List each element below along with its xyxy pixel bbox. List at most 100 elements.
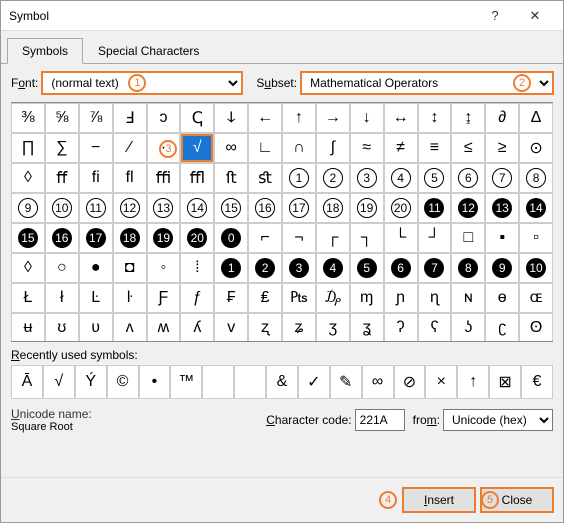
symbol-cell[interactable]: 20 <box>384 193 418 223</box>
symbol-cell[interactable]: √3 <box>180 133 214 163</box>
recent-symbol-cell[interactable]: ↑ <box>457 365 489 399</box>
symbol-cell[interactable]: ﬃ <box>147 163 181 193</box>
symbol-cell[interactable]: ʍ <box>147 313 181 342</box>
symbol-cell[interactable]: 5 <box>418 163 452 193</box>
symbol-cell[interactable]: ↄ <box>147 103 181 133</box>
symbol-cell[interactable]: ﬄ <box>180 163 214 193</box>
symbol-cell[interactable]: ﬂ <box>113 163 147 193</box>
symbol-cell[interactable]: ⁞ <box>180 253 214 283</box>
symbol-cell[interactable]: ↕ <box>418 103 452 133</box>
symbol-cell[interactable]: ↨ <box>451 103 485 133</box>
symbol-cell[interactable]: ﬆ <box>248 163 282 193</box>
symbol-cell[interactable]: ∟ <box>248 133 282 163</box>
help-button[interactable]: ? <box>475 8 515 23</box>
symbol-cell[interactable]: □ <box>451 223 485 253</box>
symbol-cell[interactable]: Ƒ <box>147 283 181 313</box>
symbol-cell[interactable]: ∫ <box>316 133 350 163</box>
symbol-cell[interactable]: ﬅ <box>214 163 248 193</box>
symbol-cell[interactable]: 19 <box>350 193 384 223</box>
symbol-cell[interactable]: 13 <box>147 193 181 223</box>
symbol-grid-scroll[interactable]: ⅜⅝⅞Ⅎↄↅↆ←↑→↓↔↕↨∂∆∏∑−∕∙√3∞∟∩∫≈≠≡≤≥⊙◊ﬀﬁﬂﬃﬄﬅ… <box>11 102 553 342</box>
recent-symbol-cell[interactable]: • <box>139 365 171 399</box>
recent-symbol-cell[interactable]: € <box>521 365 553 399</box>
symbol-cell[interactable]: 19 <box>147 223 181 253</box>
symbol-cell[interactable]: ↓ <box>350 103 384 133</box>
symbol-cell[interactable]: ɱ <box>350 283 384 313</box>
symbol-cell[interactable]: ◊ <box>11 163 45 193</box>
symbol-cell[interactable]: ⊙ <box>519 133 553 163</box>
symbol-cell[interactable]: 10 <box>519 253 553 283</box>
symbol-cell[interactable]: ┘ <box>418 223 452 253</box>
symbol-cell[interactable]: ⅝ <box>45 103 79 133</box>
symbol-cell[interactable]: 15 <box>11 223 45 253</box>
recent-symbol-cell[interactable]: ✓ <box>298 365 330 399</box>
symbol-cell[interactable]: ₯ <box>316 283 350 313</box>
symbol-cell[interactable]: ⅜ <box>11 103 45 133</box>
symbol-cell[interactable]: ʓ <box>350 313 384 342</box>
recent-symbol-cell[interactable] <box>234 365 266 399</box>
from-select[interactable]: Unicode (hex) <box>443 409 553 431</box>
symbol-cell[interactable]: ┐ <box>350 223 384 253</box>
tab-special-characters[interactable]: Special Characters <box>83 38 214 64</box>
symbol-cell[interactable]: ʕ <box>418 313 452 342</box>
symbol-cell[interactable]: 1 <box>282 163 316 193</box>
recent-symbol-cell[interactable]: © <box>107 365 139 399</box>
symbol-cell[interactable]: 10 <box>45 193 79 223</box>
symbol-cell[interactable]: ¬ <box>282 223 316 253</box>
symbol-cell[interactable]: ʔ <box>384 313 418 342</box>
symbol-cell[interactable]: Ł <box>11 283 45 313</box>
symbol-cell[interactable]: 12 <box>113 193 147 223</box>
symbol-cell[interactable]: ∂ <box>485 103 519 133</box>
symbol-cell[interactable]: → <box>316 103 350 133</box>
symbol-cell[interactable]: ≡ <box>418 133 452 163</box>
symbol-cell[interactable]: ʒ <box>316 313 350 342</box>
recent-symbol-cell[interactable]: ⊘ <box>394 365 426 399</box>
symbol-cell[interactable]: 2 <box>248 253 282 283</box>
symbol-cell[interactable]: ⌐ <box>248 223 282 253</box>
symbol-cell[interactable]: ʊ <box>45 313 79 342</box>
symbol-cell[interactable]: ʘ <box>519 313 553 342</box>
symbol-cell[interactable]: ƒ <box>180 283 214 313</box>
symbol-cell[interactable]: ʗ <box>485 313 519 342</box>
symbol-cell[interactable]: ∑ <box>45 133 79 163</box>
symbol-cell[interactable]: 7 <box>485 163 519 193</box>
symbol-cell[interactable]: ŀ <box>113 283 147 313</box>
symbol-cell[interactable]: 16 <box>248 193 282 223</box>
recent-symbol-cell[interactable]: √ <box>43 365 75 399</box>
recent-symbol-cell[interactable]: Ý <box>75 365 107 399</box>
symbol-cell[interactable]: 18 <box>316 193 350 223</box>
symbol-cell[interactable]: ɵ <box>485 283 519 313</box>
symbol-cell[interactable]: ɲ <box>384 283 418 313</box>
symbol-cell[interactable]: 4 <box>384 163 418 193</box>
symbol-cell[interactable]: 13 <box>485 193 519 223</box>
symbol-cell[interactable]: 3 <box>282 253 316 283</box>
symbol-cell[interactable]: ɴ <box>451 283 485 313</box>
symbol-cell[interactable]: ← <box>248 103 282 133</box>
symbol-cell[interactable]: ≠ <box>384 133 418 163</box>
symbol-cell[interactable]: ₣ <box>214 283 248 313</box>
symbol-cell[interactable]: ∞ <box>214 133 248 163</box>
symbol-cell[interactable]: ⅞ <box>79 103 113 133</box>
symbol-cell[interactable]: ﬀ <box>45 163 79 193</box>
symbol-cell[interactable]: 14 <box>180 193 214 223</box>
symbol-cell[interactable]: 8 <box>519 163 553 193</box>
symbol-cell[interactable]: ɳ <box>418 283 452 313</box>
symbol-cell[interactable]: ◦ <box>147 253 181 283</box>
symbol-cell[interactable]: 9 <box>485 253 519 283</box>
symbol-cell[interactable]: 5 <box>350 253 384 283</box>
recent-symbol-cell[interactable]: ✎ <box>330 365 362 399</box>
recent-symbol-cell[interactable]: ∞ <box>362 365 394 399</box>
symbol-cell[interactable]: ↆ <box>214 103 248 133</box>
symbol-cell[interactable]: ◊ <box>11 253 45 283</box>
symbol-cell[interactable]: ﬁ <box>79 163 113 193</box>
symbol-cell[interactable]: ∩ <box>282 133 316 163</box>
char-code-input[interactable] <box>355 409 405 431</box>
symbol-cell[interactable]: Ŀ <box>79 283 113 313</box>
symbol-cell[interactable]: − <box>79 133 113 163</box>
symbol-cell[interactable]: ● <box>79 253 113 283</box>
recent-symbol-cell[interactable]: ⊠ <box>489 365 521 399</box>
recent-symbol-cell[interactable]: ™ <box>170 365 202 399</box>
symbol-cell[interactable]: ʑ <box>282 313 316 342</box>
symbol-cell[interactable]: ∏ <box>11 133 45 163</box>
symbol-cell[interactable]: ↅ <box>180 103 214 133</box>
